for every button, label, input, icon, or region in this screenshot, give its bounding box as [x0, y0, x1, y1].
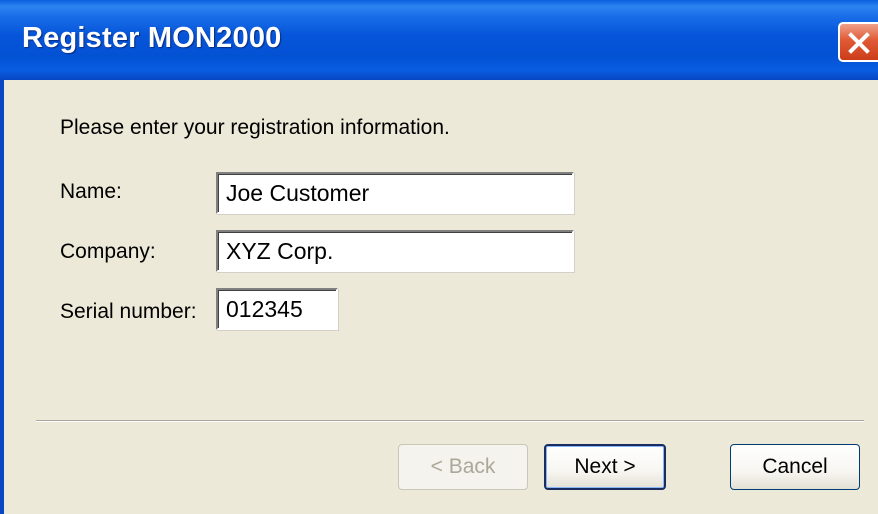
company-label: Company:: [60, 240, 156, 263]
next-button[interactable]: Next >: [544, 444, 666, 490]
window-title: Register MON2000: [22, 22, 282, 54]
register-dialog: Register MON2000 Please enter your regis…: [0, 0, 878, 514]
intro-text: Please enter your registration informati…: [60, 116, 450, 139]
serial-number-field[interactable]: [216, 288, 338, 330]
name-label: Name:: [60, 180, 122, 203]
button-separator: [36, 420, 864, 422]
company-field[interactable]: [216, 230, 574, 272]
close-button[interactable]: [838, 22, 878, 62]
title-bar[interactable]: Register MON2000: [0, 0, 878, 80]
name-field[interactable]: [216, 172, 574, 214]
close-icon: [848, 32, 870, 54]
cancel-button[interactable]: Cancel: [730, 444, 860, 490]
serial-number-label: Serial number:: [60, 300, 197, 323]
window-frame-left: [0, 80, 4, 514]
back-button[interactable]: < Back: [398, 444, 528, 490]
